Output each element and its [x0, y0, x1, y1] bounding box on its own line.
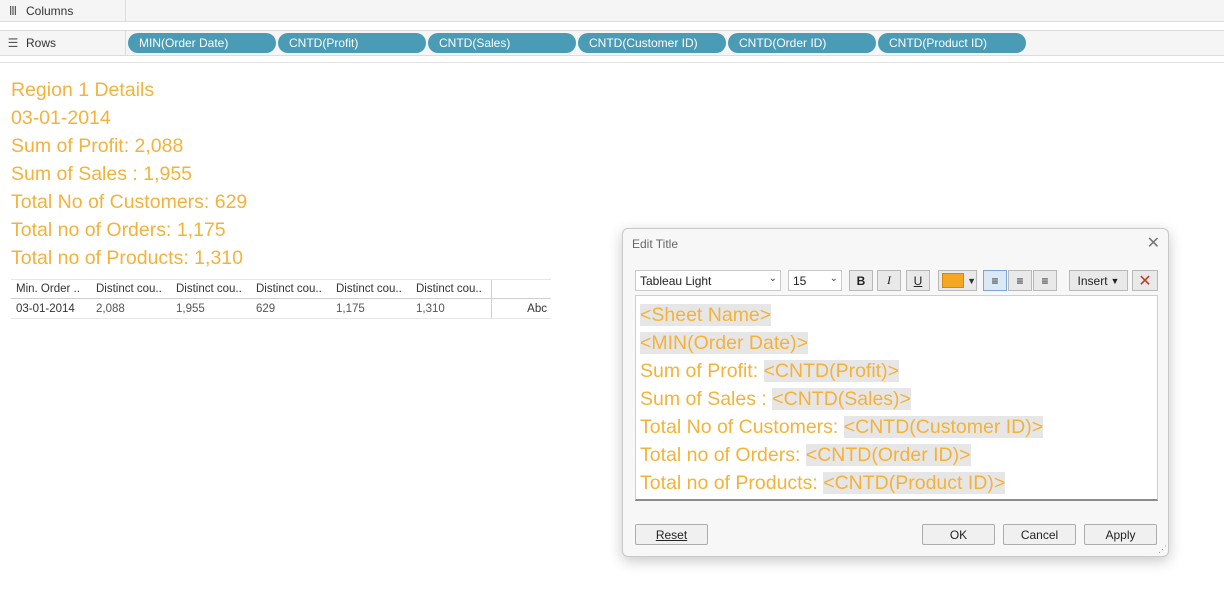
- dialog-title: Edit Title: [632, 237, 679, 251]
- resize-grip-icon[interactable]: ⋰: [1158, 544, 1167, 555]
- text-color-button[interactable]: ▼: [938, 270, 977, 291]
- editor-line: Sum of Sales : <CNTD(Sales)>: [640, 388, 911, 410]
- title-line-customers: Total No of Customers: 629: [11, 191, 248, 213]
- font-size-select[interactable]: 15 ⌄: [788, 270, 842, 291]
- title-line-products: Total no of Products: 1,310: [11, 247, 243, 269]
- italic-button[interactable]: I: [877, 270, 901, 291]
- col-header[interactable]: Distinct cou..: [171, 283, 251, 295]
- columns-icon: Ⅲ: [8, 3, 18, 18]
- pill-cntd-sales[interactable]: CNTD(Sales): [428, 33, 576, 53]
- header-blank: [491, 280, 551, 298]
- align-left-icon: ≡: [991, 273, 999, 288]
- field-token: <MIN(Order Date)>: [640, 332, 808, 354]
- clear-formatting-button[interactable]: ✕: [1132, 270, 1158, 291]
- align-center-icon: ≡: [1016, 273, 1024, 288]
- columns-label: Columns: [26, 3, 74, 18]
- data-table: Min. Order .. Distinct cou.. Distinct co…: [11, 279, 551, 319]
- table-row[interactable]: 03-01-2014 2,088 1,955 629 1,175 1,310 A…: [11, 299, 551, 319]
- editor-line: Total no of Products: <CNTD(Product ID)>: [640, 472, 1006, 494]
- edit-title-dialog: Edit Title ✕ Tableau Light ⌄ 15 ⌄ B I U …: [622, 228, 1169, 557]
- field-token: <CNTD(Product ID)>: [823, 472, 1006, 494]
- table-header: Min. Order .. Distinct cou.. Distinct co…: [11, 279, 551, 299]
- columns-shelf-label: Ⅲ Columns: [0, 0, 126, 21]
- caret-down-icon: ▼: [967, 275, 976, 286]
- chevron-down-icon: ⌄: [768, 273, 777, 284]
- bold-button[interactable]: B: [849, 270, 873, 291]
- field-token: <CNTD(Order ID)>: [805, 444, 971, 466]
- editor-line: Total no of Orders: <CNTD(Order ID)>: [640, 444, 971, 466]
- field-token: <CNTD(Customer ID)>: [843, 416, 1044, 438]
- table-cell: 1,175: [336, 302, 365, 315]
- pill-cntd-order-id[interactable]: CNTD(Order ID): [728, 33, 876, 53]
- pill-cntd-product-id[interactable]: CNTD(Product ID): [878, 33, 1026, 53]
- col-header[interactable]: Distinct cou..: [91, 283, 171, 295]
- close-icon[interactable]: ✕: [1147, 233, 1160, 253]
- format-toolbar: Tableau Light ⌄ 15 ⌄ B I U ▼ ≡ ≡ ≡ Inser…: [635, 270, 1158, 292]
- ok-button[interactable]: OK: [922, 524, 995, 545]
- col-header[interactable]: Distinct cou..: [251, 283, 331, 295]
- clear-icon: ✕: [1138, 272, 1152, 290]
- pill-min-order-date[interactable]: MIN(Order Date): [128, 33, 276, 53]
- field-token: <Sheet Name>: [640, 304, 772, 326]
- font-family-select[interactable]: Tableau Light ⌄: [635, 270, 781, 291]
- title-line-orders: Total no of Orders: 1,175: [11, 219, 226, 241]
- pill-cntd-customer-id[interactable]: CNTD(Customer ID): [578, 33, 726, 53]
- abc-cell: Abc: [491, 299, 551, 318]
- col-header[interactable]: Min. Order ..: [11, 283, 91, 295]
- title-line-order-date: 03-01-2014: [11, 107, 111, 129]
- table-cell: 03-01-2014: [16, 302, 75, 315]
- title-line-profit: Sum of Profit: 2,088: [11, 135, 184, 157]
- align-right-icon: ≡: [1041, 273, 1049, 288]
- caret-down-icon: ▼: [1110, 275, 1120, 286]
- table-cell: 2,088: [96, 302, 125, 315]
- cancel-button[interactable]: Cancel: [1003, 524, 1076, 545]
- editor-line: Sum of Profit: <CNTD(Profit)>: [640, 360, 899, 382]
- editor-line: <Sheet Name>: [640, 301, 1157, 329]
- insert-label: Insert: [1077, 273, 1108, 288]
- insert-button[interactable]: Insert ▼: [1069, 270, 1128, 291]
- rows-label: Rows: [26, 36, 57, 50]
- table-cell: 1,310: [416, 302, 445, 315]
- col-header[interactable]: Distinct cou..: [411, 283, 491, 295]
- rows-shelf-label: ☰ Rows: [0, 31, 126, 55]
- columns-shelf[interactable]: Ⅲ Columns: [0, 0, 1224, 22]
- rows-icon: ☰: [7, 36, 19, 50]
- apply-button[interactable]: Apply: [1084, 524, 1157, 545]
- font-family-value: Tableau Light: [640, 273, 712, 288]
- title-line-sheet-name: Region 1 Details: [11, 79, 155, 101]
- title-editor[interactable]: <Sheet Name> <MIN(Order Date)> Sum of Pr…: [635, 295, 1158, 501]
- color-swatch: [942, 273, 965, 288]
- align-center-button[interactable]: ≡: [1008, 270, 1032, 291]
- editor-line: <MIN(Order Date)>: [640, 329, 1157, 357]
- field-token: <CNTD(Profit)>: [763, 360, 899, 382]
- chevron-down-icon: ⌄: [829, 273, 838, 284]
- pill-cntd-profit[interactable]: CNTD(Profit): [278, 33, 426, 53]
- field-token: <CNTD(Sales)>: [772, 388, 911, 410]
- rows-pills: MIN(Order Date) CNTD(Profit) CNTD(Sales)…: [126, 33, 1026, 53]
- reset-button[interactable]: Reset: [635, 524, 708, 545]
- table-cell: 1,955: [176, 302, 205, 315]
- align-right-button[interactable]: ≡: [1033, 270, 1057, 291]
- title-line-sales: Sum of Sales : 1,955: [11, 163, 193, 185]
- worksheet-title[interactable]: Region 1 Details 03-01-2014 Sum of Profi…: [11, 76, 247, 272]
- col-header[interactable]: Distinct cou..: [331, 283, 411, 295]
- font-size-value: 15: [793, 273, 807, 288]
- table-cell: 629: [256, 302, 276, 315]
- align-left-button[interactable]: ≡: [983, 270, 1007, 291]
- editor-line: Total No of Customers: <CNTD(Customer ID…: [640, 416, 1044, 438]
- underline-button[interactable]: U: [906, 270, 930, 291]
- rows-shelf[interactable]: ☰ Rows MIN(Order Date) CNTD(Profit) CNTD…: [0, 30, 1224, 56]
